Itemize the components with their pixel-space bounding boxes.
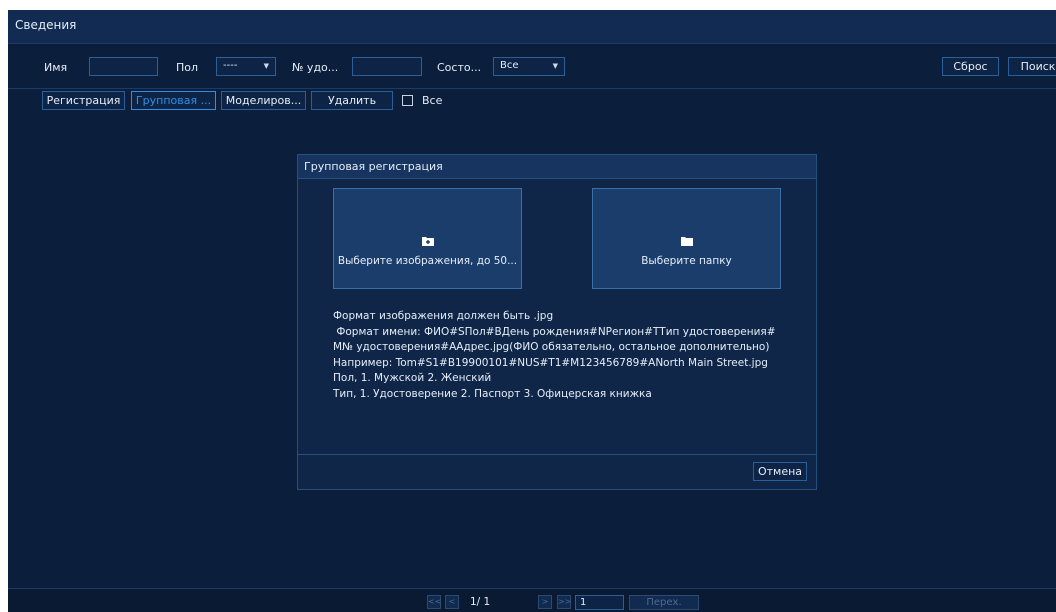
cancel-button[interactable]: Отмена — [753, 462, 807, 481]
select-images-tile[interactable]: Выберите изображения, до 50... — [333, 188, 522, 289]
info-line: M№ удостоверения#AАдрес.jpg(ФИО обязател… — [333, 341, 770, 353]
filter-separator — [8, 88, 1056, 89]
id-number-label: № удо... — [292, 61, 339, 74]
prev-page-button[interactable]: < — [445, 595, 459, 609]
dialog-header: Групповая регистрация — [298, 155, 816, 179]
folder-icon — [593, 231, 780, 250]
info-line: Например: Tom#S1#B19900101#NUS#T1#M12345… — [333, 356, 768, 369]
gender-label: Пол — [176, 61, 199, 74]
window-title: Сведения — [15, 18, 77, 32]
reset-button[interactable]: Сброс — [942, 57, 999, 76]
app-window: Сведения Имя Пол ---- ▼ № удо... Состо..… — [8, 10, 1056, 612]
batch-register-button[interactable]: Групповая ... — [131, 91, 216, 110]
last-page-button[interactable]: >> — [557, 595, 571, 609]
format-info: Формат изображения должен быть .jpg Форм… — [333, 309, 776, 402]
status-select[interactable]: Все ▼ — [493, 57, 565, 76]
first-page-button[interactable]: << — [427, 595, 441, 609]
next-page-button[interactable]: > — [538, 595, 552, 609]
goto-page-button[interactable]: Перех. — [629, 595, 699, 610]
info-line: Формат изображения должен быть .jpg — [333, 310, 554, 322]
dialog-title: Групповая регистрация — [304, 160, 443, 173]
id-number-input[interactable] — [352, 57, 422, 76]
goto-page-input[interactable]: 1 — [575, 595, 624, 610]
add-folder-icon — [334, 231, 521, 250]
delete-button[interactable]: Удалить — [311, 91, 393, 110]
select-all-label: Все — [422, 94, 443, 107]
name-label: Имя — [44, 61, 68, 74]
info-line: Пол, 1. Мужской 2. Женский — [333, 372, 492, 384]
status-label: Состо... — [437, 61, 482, 74]
chevron-down-icon: ▼ — [552, 62, 558, 70]
chevron-down-icon: ▼ — [263, 62, 269, 70]
title-bar: Сведения — [8, 10, 1056, 44]
name-input[interactable] — [89, 57, 158, 76]
page-info: 1/ 1 — [470, 596, 491, 608]
select-all-checkbox[interactable] — [402, 95, 413, 106]
pagination-bar: << < 1/ 1 > >> 1 Перех. — [8, 588, 1056, 612]
modeling-button[interactable]: Моделиров... — [221, 91, 306, 110]
dialog-footer-divider — [298, 454, 816, 455]
register-button[interactable]: Регистрация — [42, 91, 125, 110]
gender-select-value: ---- — [223, 60, 238, 71]
search-button[interactable]: Поиск — [1008, 57, 1056, 76]
batch-register-dialog: Групповая регистрация Выберите изображен… — [297, 154, 817, 490]
select-folder-label: Выберите папку — [641, 255, 732, 267]
info-line: Формат имени: ФИО#SПол#BДень рождения#NР… — [333, 325, 776, 338]
status-select-value: Все — [500, 60, 519, 71]
gender-select[interactable]: ---- ▼ — [216, 57, 276, 76]
select-images-label: Выберите изображения, до 50... — [337, 255, 518, 267]
info-line: Тип, 1. Удостоверение 2. Паспорт 3. Офиц… — [333, 387, 652, 400]
select-folder-tile[interactable]: Выберите папку — [592, 188, 781, 289]
